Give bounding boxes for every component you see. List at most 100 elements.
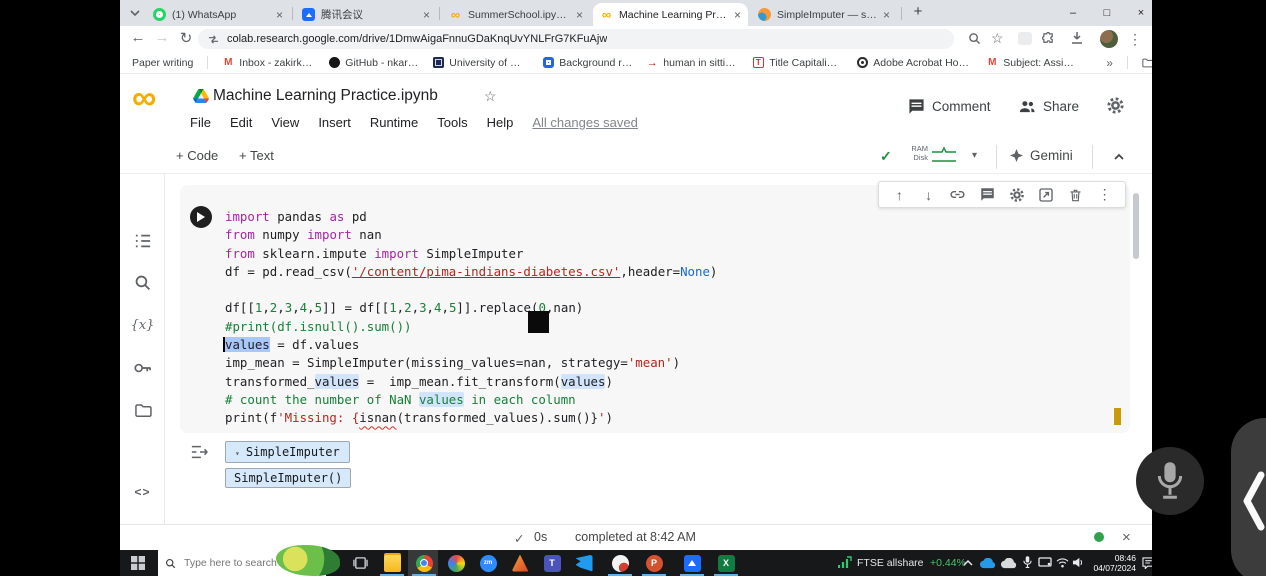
profile-avatar[interactable] bbox=[1100, 30, 1118, 48]
code-line[interactable] bbox=[225, 281, 717, 299]
move-cell-up-icon[interactable]: ↑ bbox=[890, 186, 908, 204]
tab-close-icon[interactable]: × bbox=[276, 9, 283, 21]
site-info-icon[interactable] bbox=[208, 34, 219, 45]
move-cell-down-icon[interactable]: ↓ bbox=[920, 186, 938, 204]
add-code-button[interactable]: + Code bbox=[176, 148, 218, 163]
comment-cell-icon[interactable] bbox=[978, 186, 996, 204]
bookmarks-overflow-icon[interactable]: » bbox=[1106, 56, 1113, 70]
speaker-icon[interactable] bbox=[1072, 557, 1084, 568]
files-folder-icon[interactable] bbox=[132, 400, 153, 421]
display-cast-icon[interactable] bbox=[1038, 557, 1052, 568]
tab-machine-learning-practice[interactable]: ∞ Machine Learning Practice.ipy × bbox=[593, 3, 748, 26]
teams-button[interactable]: T bbox=[538, 550, 566, 576]
resource-monitor[interactable]: RAM Disk bbox=[902, 144, 928, 162]
code-snippets-icon[interactable]: <> bbox=[132, 481, 153, 502]
tab-close-icon[interactable]: × bbox=[423, 9, 430, 21]
white-app-button[interactable] bbox=[606, 550, 634, 576]
zoom-app-button[interactable]: zm bbox=[474, 550, 502, 576]
reload-icon[interactable]: ↻ bbox=[176, 29, 196, 47]
all-bookmarks-button[interactable]: All Bookmarks bbox=[1142, 57, 1152, 69]
powerpoint-button[interactable]: P bbox=[640, 550, 668, 576]
code-line[interactable]: from sklearn.impute import SimpleImputer bbox=[225, 245, 717, 263]
code-line[interactable]: # count the number of NaN values in each… bbox=[225, 391, 717, 409]
browser-menu-icon[interactable]: ⋮ bbox=[1128, 31, 1142, 48]
window-maximize-button[interactable]: □ bbox=[1092, 0, 1122, 26]
microphone-overlay-button[interactable] bbox=[1136, 447, 1204, 515]
gemini-button[interactable]: Gemini bbox=[1010, 148, 1073, 163]
collapse-header-icon[interactable] bbox=[1112, 150, 1126, 164]
bookmark-inbox[interactable]: M Inbox - zakirkhan90... bbox=[222, 57, 314, 69]
stock-ticker-label[interactable]: FTSE allshare bbox=[857, 557, 924, 569]
menu-insert[interactable]: Insert bbox=[318, 115, 351, 130]
code-cell[interactable]: import pandas as pdfrom numpy import nan… bbox=[180, 185, 1130, 433]
notebook-scrollbar[interactable] bbox=[1133, 193, 1139, 259]
link-cell-icon[interactable] bbox=[949, 186, 967, 204]
cloud-icon[interactable] bbox=[1000, 558, 1017, 569]
comment-button[interactable]: Comment bbox=[908, 98, 991, 115]
close-status-icon[interactable]: × bbox=[1122, 529, 1131, 546]
excel-button[interactable]: X bbox=[712, 550, 740, 576]
tab-summerschool-colab[interactable]: ∞ SummerSchool.ipynb - Colab × bbox=[442, 3, 590, 26]
chrome-button[interactable] bbox=[410, 550, 438, 576]
start-button[interactable] bbox=[124, 550, 152, 576]
vscode-button[interactable] bbox=[570, 550, 598, 576]
code-line[interactable]: df[[1,2,3,4,5]] = df[[1,2,3,4,5]].replac… bbox=[225, 299, 717, 317]
bookmark-adobe-acrobat[interactable]: Adobe Acrobat Home bbox=[856, 57, 972, 69]
menu-runtime[interactable]: Runtime bbox=[370, 115, 418, 130]
url-field[interactable]: colab.research.google.com/drive/1DmwAiga… bbox=[198, 29, 954, 49]
tab-tencent-meeting[interactable]: 腾讯会议 × bbox=[295, 3, 437, 26]
code-line[interactable]: from numpy import nan bbox=[225, 226, 717, 244]
settings-gear-icon[interactable] bbox=[1106, 96, 1125, 115]
bookmark-subject-assistance[interactable]: M Subject: Assistance... bbox=[986, 57, 1078, 69]
code-line[interactable]: df = pd.read_csv('/content/pima-indians-… bbox=[225, 263, 717, 281]
file-explorer-button[interactable] bbox=[378, 550, 406, 576]
estimator-caret-icon[interactable]: ▾ bbox=[235, 449, 240, 458]
table-of-contents-icon[interactable] bbox=[132, 230, 153, 251]
bookmark-folder-paper-writing[interactable]: Paper writing bbox=[132, 57, 193, 69]
notebook-title[interactable]: Machine Learning Practice.ipynb bbox=[213, 87, 438, 105]
share-button[interactable]: Share bbox=[1018, 98, 1079, 115]
add-text-button[interactable]: + Text bbox=[239, 148, 274, 163]
code-line[interactable]: values = df.values bbox=[225, 336, 717, 354]
tab-search-caret-icon[interactable] bbox=[128, 6, 142, 20]
delete-cell-icon[interactable] bbox=[1066, 186, 1084, 204]
menu-view[interactable]: View bbox=[271, 115, 299, 130]
menu-edit[interactable]: Edit bbox=[230, 115, 252, 130]
action-center-icon[interactable] bbox=[1142, 557, 1152, 569]
onedrive-cloud-icon[interactable] bbox=[979, 558, 996, 569]
cell-settings-gear-icon[interactable] bbox=[1008, 186, 1026, 204]
code-line[interactable]: transformed_values = imp_mean.fit_transf… bbox=[225, 373, 717, 391]
tray-microphone-icon[interactable] bbox=[1023, 556, 1032, 569]
task-view-button[interactable] bbox=[346, 550, 374, 576]
bookmark-star-icon[interactable]: ☆ bbox=[991, 30, 1004, 47]
resources-caret-icon[interactable]: ▾ bbox=[972, 150, 977, 161]
tab-close-icon[interactable]: × bbox=[883, 9, 890, 21]
stock-chart-icon[interactable] bbox=[838, 556, 852, 569]
save-status[interactable]: All changes saved bbox=[532, 115, 638, 130]
menu-tools[interactable]: Tools bbox=[437, 115, 467, 130]
tab-close-icon[interactable]: × bbox=[734, 9, 741, 21]
tab-simpleimputer-sklearn[interactable]: SimpleImputer — scikit-learn 1 × bbox=[751, 3, 897, 26]
code-line[interactable]: print(f'Missing: {isnan(transformed_valu… bbox=[225, 409, 717, 427]
code-line[interactable]: import pandas as pd bbox=[225, 208, 717, 226]
bookmark-background-remover[interactable]: Background remove... bbox=[542, 57, 632, 69]
bookmark-university[interactable]: University of Glasgo... bbox=[432, 57, 528, 69]
menu-help[interactable]: Help bbox=[487, 115, 514, 130]
run-cell-button[interactable] bbox=[190, 206, 212, 228]
tab-whatsapp[interactable]: (1) WhatsApp × bbox=[146, 3, 290, 26]
back-icon[interactable]: ← bbox=[128, 29, 148, 46]
taskbar-clock[interactable]: 08:46 04/07/2024 bbox=[1086, 553, 1136, 573]
code-editor[interactable]: import pandas as pdfrom numpy import nan… bbox=[225, 208, 717, 428]
code-line[interactable]: imp_mean = SimpleImputer(missing_values=… bbox=[225, 354, 717, 372]
zoom-page-icon[interactable] bbox=[968, 32, 981, 45]
secrets-key-icon[interactable] bbox=[132, 357, 153, 378]
bookmark-github[interactable]: GitHub - nkarges/G... bbox=[328, 57, 418, 69]
wifi-icon[interactable] bbox=[1056, 558, 1069, 568]
variables-icon[interactable]: {x} bbox=[132, 315, 153, 336]
download-icon[interactable] bbox=[1070, 31, 1084, 45]
extensions-icon[interactable] bbox=[1042, 32, 1055, 45]
side-panel-handle[interactable] bbox=[1231, 418, 1266, 576]
bookmark-title-capitalization[interactable]: T Title Capitalization T... bbox=[752, 57, 842, 69]
tray-expand-icon[interactable] bbox=[963, 559, 973, 567]
new-tab-button[interactable]: + bbox=[908, 3, 928, 20]
